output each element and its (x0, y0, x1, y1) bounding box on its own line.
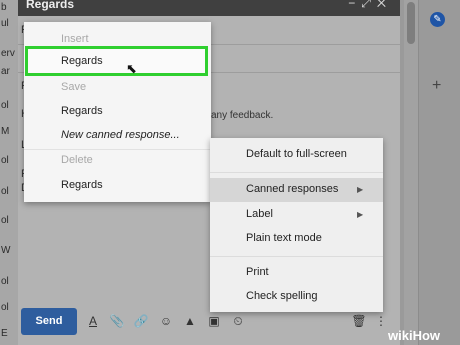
emoji-icon[interactable]: ☺ (158, 312, 174, 330)
expand-icon[interactable]: ⤢ (361, 0, 377, 10)
inbox-row-fragment: ul (1, 18, 9, 29)
send-button[interactable]: Send (21, 308, 77, 335)
save-regards-item[interactable]: Regards (61, 105, 103, 117)
inbox-row-fragment: ol (1, 155, 9, 166)
inbox-row-fragment: ar (1, 66, 10, 77)
inbox-row-fragment: ol (1, 215, 9, 226)
close-icon[interactable]: ✕ (377, 0, 392, 10)
insert-header: Insert (61, 33, 89, 45)
menu-divider (210, 172, 383, 173)
menu-divider (210, 256, 383, 257)
inbox-row-fragment: E (1, 328, 8, 339)
photo-icon[interactable]: ▣ (206, 312, 222, 330)
attach-icon[interactable]: 📎 (109, 312, 125, 330)
delete-regards-item[interactable]: Regards (61, 179, 103, 191)
more-options-menu: Default to full-screen Canned responses … (210, 138, 383, 312)
inbox-row-fragment: M (1, 126, 10, 137)
label-item[interactable]: Label (246, 208, 273, 220)
print-item[interactable]: Print (246, 266, 269, 278)
window-controls: −⤢✕ (348, 0, 392, 11)
confidential-mode-icon[interactable]: ⏲ (230, 312, 246, 330)
canned-responses-item[interactable]: Canned responses ▶ (210, 178, 383, 202)
link-icon[interactable]: 🔗 (133, 312, 149, 330)
submenu-arrow-icon: ▶ (357, 210, 364, 219)
pencil-icon[interactable]: ✎ (430, 12, 445, 27)
side-panel (418, 0, 460, 345)
drive-icon[interactable]: ▲ (182, 312, 198, 330)
inbox-row-fragment: ol (1, 302, 9, 313)
menu-divider (24, 149, 211, 150)
trash-icon[interactable]: 🗑 (351, 312, 367, 330)
default-full-screen-item[interactable]: Default to full-screen (246, 148, 347, 160)
more-options-icon[interactable]: ⋮ (373, 312, 389, 330)
body-text[interactable]: any feedback. (211, 110, 273, 121)
scrollbar[interactable] (404, 0, 418, 345)
inbox-row-fragment: b (1, 2, 7, 13)
new-canned-response-item[interactable]: New canned response... (61, 129, 180, 141)
format-text-icon[interactable]: A (85, 312, 101, 330)
canned-responses-label: Canned responses (246, 183, 339, 195)
mouse-cursor-icon: ⬉ (126, 61, 137, 76)
inbox-list-letters: b ul erv ar ol Mol ol ol Wol ol E (0, 0, 18, 345)
delete-header: Delete (61, 154, 93, 166)
compose-titlebar: Regards −⤢✕ (18, 0, 400, 16)
submenu-arrow-icon: ▶ (357, 185, 364, 194)
inbox-row-fragment: ol (1, 186, 9, 197)
inbox-row-fragment: ol (1, 100, 9, 111)
save-header: Save (61, 81, 87, 93)
inbox-row-fragment: erv (1, 48, 15, 59)
check-spelling-item[interactable]: Check spelling (246, 290, 318, 302)
plus-icon[interactable]: + (432, 77, 441, 95)
scrollbar-thumb[interactable] (407, 2, 415, 44)
insert-regards-item[interactable]: Regards (25, 46, 208, 76)
plain-text-mode-item[interactable]: Plain text mode (246, 232, 322, 244)
minimize-icon[interactable]: − (348, 0, 361, 10)
insert-regards-label: Regards (61, 55, 103, 67)
inbox-row-fragment: W (1, 245, 11, 256)
wikihow-logo: wikiHow (388, 328, 441, 343)
compose-title: Regards (26, 0, 75, 11)
inbox-row-fragment: ol (1, 276, 9, 287)
